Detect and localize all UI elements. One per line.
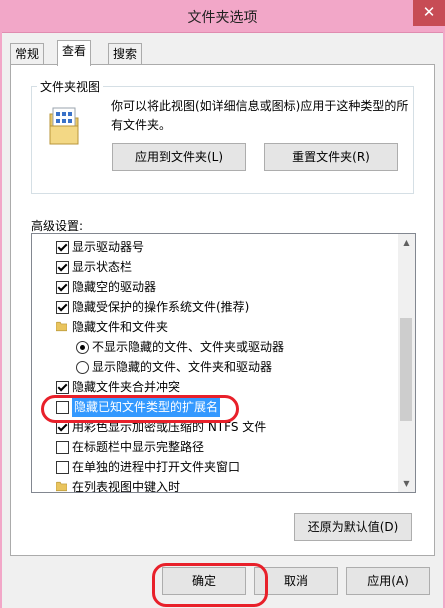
scroll-thumb[interactable]: [400, 318, 412, 421]
advanced-option-row[interactable]: 在标题栏中显示完整路径: [32, 438, 392, 458]
advanced-option-row[interactable]: 隐藏已知文件类型的扩展名: [32, 398, 392, 418]
option-label: 隐藏已知文件类型的扩展名: [72, 398, 221, 417]
advanced-option-row[interactable]: 隐藏文件和文件夹: [32, 318, 392, 338]
folder-icon: [56, 321, 67, 332]
option-label: 隐藏空的驱动器: [72, 280, 157, 294]
close-button[interactable]: ✕: [413, 0, 445, 26]
tab-search[interactable]: 搜索: [108, 43, 143, 65]
option-label: 不显示隐藏的文件、文件夹或驱动器: [92, 340, 285, 354]
advanced-option-row[interactable]: 不显示隐藏的文件、文件夹或驱动器: [32, 338, 392, 358]
close-icon: ✕: [422, 3, 436, 21]
option-checkbox[interactable]: [56, 301, 69, 314]
advanced-settings-list[interactable]: 显示驱动器号 显示状态栏隐藏空的驱动器隐藏受保护的操作系统文件(推荐) 隐藏文件和文…: [31, 233, 416, 493]
tab-general[interactable]: 常规: [10, 43, 45, 65]
scroll-down-arrow-icon[interactable]: ▼: [398, 475, 415, 492]
option-radio[interactable]: [76, 361, 89, 374]
window-border-left: [0, 32, 2, 608]
option-checkbox[interactable]: [56, 381, 69, 394]
option-checkbox[interactable]: [56, 461, 69, 474]
option-label: 在列表视图中键入时: [72, 480, 181, 493]
option-label: 在标题栏中显示完整路径: [72, 440, 205, 454]
option-label: 隐藏受保护的操作系统文件(推荐): [72, 300, 250, 314]
advanced-option-row[interactable]: 隐藏受保护的操作系统文件(推荐): [32, 298, 392, 318]
folder-view-caption: 文件夹视图: [37, 78, 104, 95]
option-radio[interactable]: [76, 341, 89, 354]
option-label: 显示状态栏: [72, 260, 133, 274]
advanced-option-row[interactable]: 在列表视图中键入时: [32, 478, 392, 493]
advanced-option-row[interactable]: 显示状态栏: [32, 258, 392, 278]
option-label: 显示驱动器号: [72, 240, 145, 254]
tab-general-label: 常规: [15, 47, 40, 61]
apply-button[interactable]: 应用(A): [346, 567, 430, 595]
option-label: 隐藏文件和文件夹: [72, 320, 169, 334]
option-label: 用彩色显示加密或压缩的 NTFS 文件: [72, 420, 267, 434]
apply-to-folders-button[interactable]: 应用到文件夹(L): [112, 143, 246, 171]
tab-view-label: 查看: [62, 44, 87, 58]
option-checkbox[interactable]: [56, 241, 69, 254]
advanced-option-row[interactable]: 用彩色显示加密或压缩的 NTFS 文件: [32, 418, 392, 438]
scroll-up-arrow-icon[interactable]: ▲: [398, 234, 415, 251]
reset-folders-button[interactable]: 重置文件夹(R): [264, 143, 398, 171]
tab-view[interactable]: 查看: [57, 40, 92, 66]
advanced-option-row[interactable]: 在单独的进程中打开文件夹窗口: [32, 458, 392, 478]
vertical-scrollbar[interactable]: ▲ ▼: [398, 234, 415, 492]
tab-search-label: 搜索: [113, 47, 138, 61]
restore-defaults-button[interactable]: 还原为默认值(D): [294, 513, 412, 541]
advanced-option-row[interactable]: 显示驱动器号: [32, 238, 392, 258]
advanced-option-row[interactable]: 隐藏文件夹合并冲突: [32, 378, 392, 398]
option-checkbox[interactable]: [56, 441, 69, 454]
folder-icon: [56, 481, 67, 492]
cancel-button[interactable]: 取消: [254, 567, 338, 595]
option-checkbox[interactable]: [56, 281, 69, 294]
option-checkbox[interactable]: [56, 421, 69, 434]
option-label: 隐藏文件夹合并冲突: [72, 380, 181, 394]
option-checkbox[interactable]: [56, 401, 69, 414]
option-label: 显示隐藏的文件、文件夹和驱动器: [92, 360, 273, 374]
option-checkbox[interactable]: [56, 261, 69, 274]
title-bar: 文件夹选项 ✕: [0, 0, 445, 33]
folder-view-icon: [47, 106, 81, 146]
advanced-option-row[interactable]: 隐藏空的驱动器: [32, 278, 392, 298]
folder-view-description: 你可以将此视图(如详细信息或图标)应用于这种类型的所有文件夹。: [111, 99, 409, 132]
option-label: 在单独的进程中打开文件夹窗口: [72, 460, 241, 474]
advanced-option-row[interactable]: 显示隐藏的文件、文件夹和驱动器: [32, 358, 392, 378]
ok-button[interactable]: 确定: [162, 567, 246, 595]
window-title: 文件夹选项: [187, 10, 258, 26]
advanced-settings-label: 高级设置:: [31, 219, 84, 233]
